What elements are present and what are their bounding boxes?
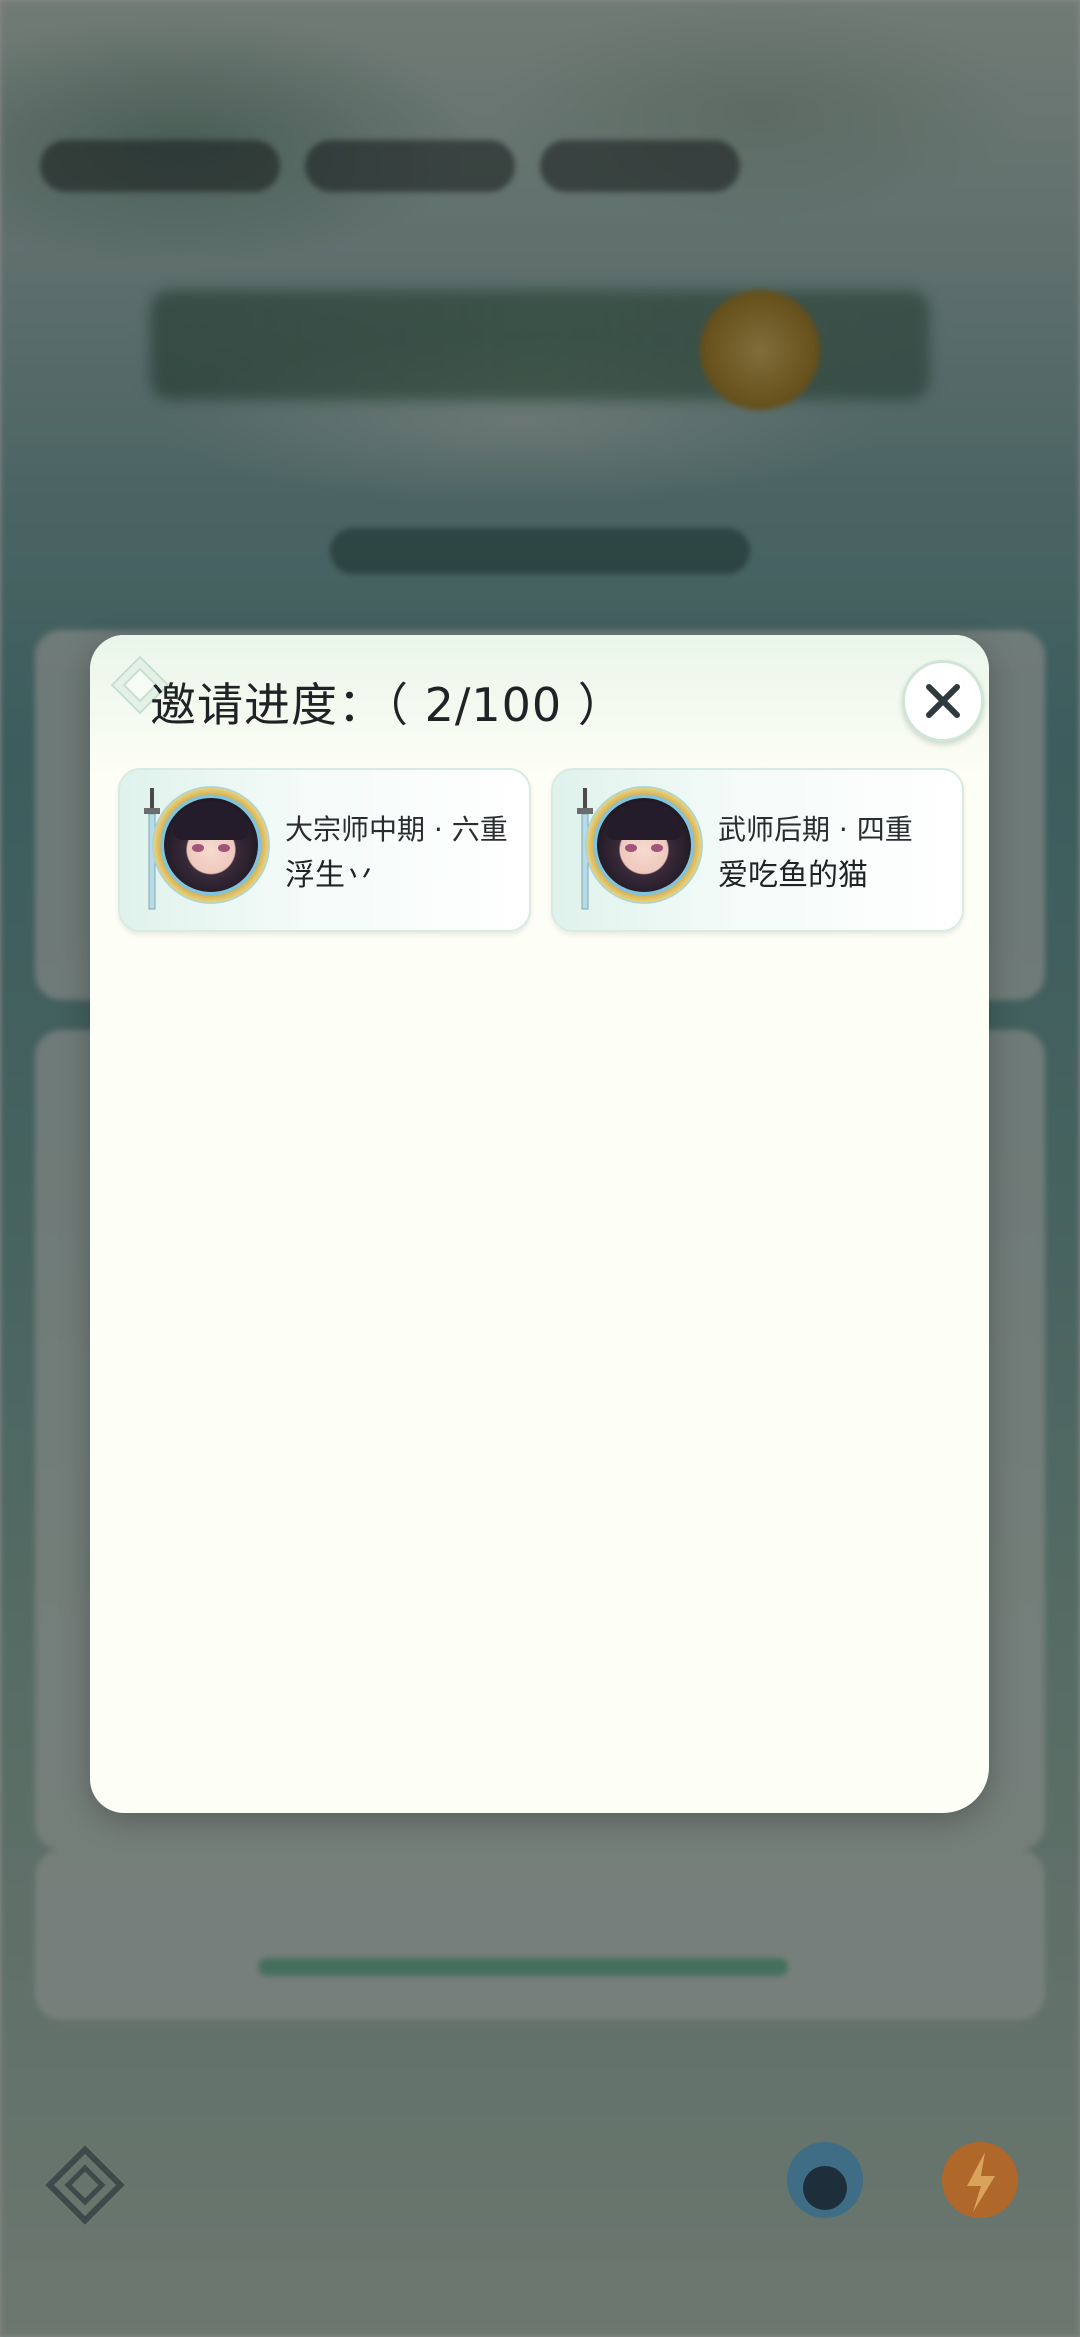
avatar-nav-icon[interactable]	[780, 2140, 870, 2230]
close-icon	[926, 684, 960, 718]
dialog-title: 邀请进度：（ 2/100 ）	[150, 678, 625, 732]
lightning-nav-icon[interactable]	[935, 2140, 1025, 2230]
close-button[interactable]	[902, 660, 984, 742]
friend-name: 爱吃鱼的猫	[718, 858, 868, 893]
invited-friend-card[interactable]: 大宗师中期 · 六重 浮生丷	[118, 768, 531, 932]
invited-friends-list: 大宗师中期 · 六重 浮生丷 武师后期 · 四重 爱吃鱼的猫	[118, 768, 964, 932]
friend-cultivation-rank: 武师后期 · 四重	[718, 813, 913, 846]
diamond-grid-icon[interactable]	[40, 2140, 130, 2230]
avatar	[134, 778, 279, 923]
avatar	[567, 778, 712, 923]
invite-progress-dialog: 邀请进度：（ 2/100 ） 大宗师中期 · 六重 浮生丷 武师后期 · 四重 …	[90, 635, 989, 1813]
invited-friend-card[interactable]: 武师后期 · 四重 爱吃鱼的猫	[551, 768, 964, 932]
friend-cultivation-rank: 大宗师中期 · 六重	[285, 813, 508, 846]
friend-name: 浮生丷	[285, 858, 375, 893]
